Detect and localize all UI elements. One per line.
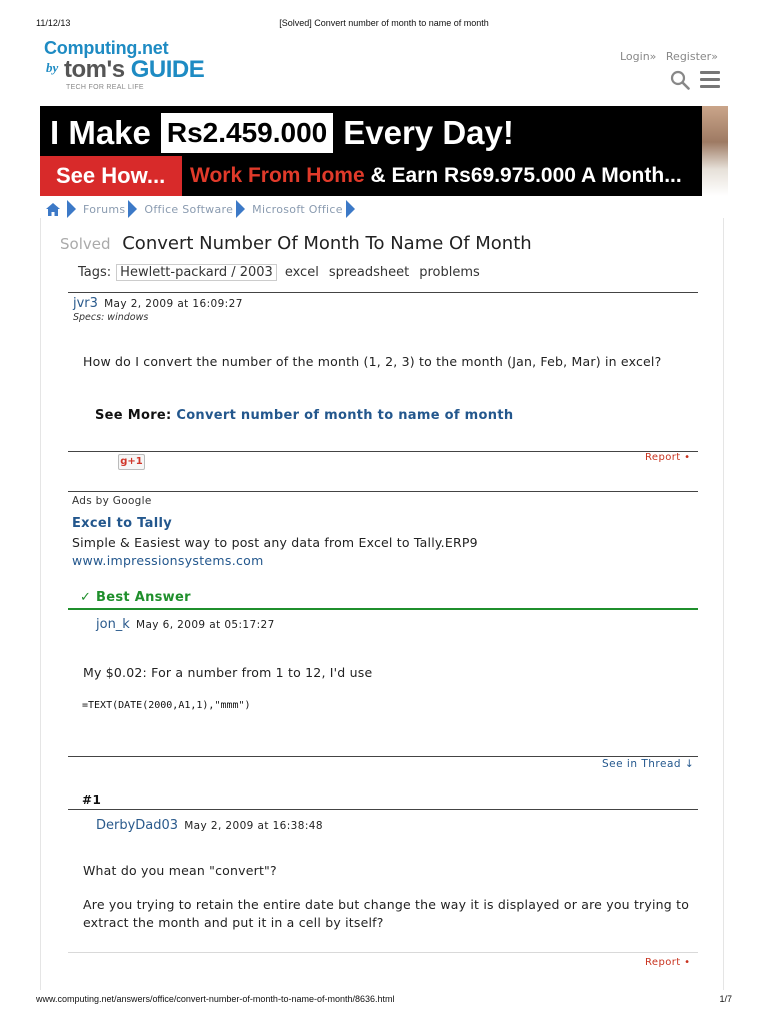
reply-paragraph: Are you trying to retain the entire date… [83,897,690,930]
reply-author: DerbyDad03 May 2, 2009 at 16:38:48 [96,818,323,833]
best-answer-divider [68,608,698,610]
ad-url-link[interactable]: www.impressionsystems.com [72,553,264,568]
banner-i-make: I Make [50,114,151,151]
breadcrumb-separator [67,200,76,218]
banner-see-how-button[interactable]: See How... [40,156,182,196]
ad-description: Simple & Easiest way to post any data fr… [72,535,478,550]
print-footer: www.computing.net/answers/office/convert… [0,994,768,1008]
banner-headline: I Make Rs2.459.000 Every Day! [46,111,518,155]
solved-label: Solved [60,235,111,253]
search-icon[interactable] [670,70,690,90]
banner-subtext: Work From Home & Earn Rs69.975.000 A Mon… [190,164,682,187]
logo-tagline: TECH FOR REAL LIFE [66,84,144,91]
see-more: See More: Convert number of month to nam… [95,408,513,423]
question-username[interactable]: jvr3 [73,296,98,311]
breadcrumb-item-office-software[interactable]: Office Software [144,203,233,216]
google-plus-button[interactable]: g+1 [118,454,145,470]
breadcrumb-separator [236,200,246,218]
register-link[interactable]: Register» [666,50,718,63]
best-answer-code: =TEXT(DATE(2000,A1,1),"mmm") [82,700,251,711]
breadcrumb-item-forums[interactable]: Forums [83,203,125,216]
ads-label: Ads by Google [72,495,152,507]
print-url: www.computing.net/answers/office/convert… [36,994,395,1004]
best-answer-label: ✓ Best Answer [80,590,191,605]
banner-amount: Rs2.459.000 [160,113,334,153]
account-links: Login» Register» [620,50,724,63]
thread-title: Convert Number Of Month To Name Of Month [122,233,532,254]
question-date: May 2, 2009 at 16:09:27 [104,298,243,310]
print-page-number: 1/7 [719,994,732,1004]
banner-every-day: Every Day! [343,114,514,151]
tag-item[interactable]: problems [417,265,482,280]
logo-by: by [46,60,59,75]
reply-username[interactable]: DerbyDad03 [96,818,178,833]
best-answer-body: My $0.02: For a number from 1 to 12, I'd… [83,665,373,680]
breadcrumb-separator [128,200,138,218]
report-link[interactable]: Report • [645,957,690,968]
reply-date: May 2, 2009 at 16:38:48 [184,820,323,832]
tag-item[interactable]: excel [283,265,321,280]
print-header: 11/12/13 [Solved] Convert number of mont… [0,18,768,32]
see-more-link[interactable]: Convert number of month to name of month [176,408,513,423]
best-answer-date: May 6, 2009 at 05:17:27 [135,619,275,631]
tag-item[interactable]: Hewlett-packard / 2003 [116,264,277,281]
banner-photo [702,106,728,196]
divider [68,292,698,293]
logo-toms-guide: tom's GUIDE [64,56,205,83]
report-link[interactable]: Report • [645,452,690,463]
home-icon[interactable] [46,202,60,216]
divider [68,809,698,810]
breadcrumb-separator [345,200,355,218]
breadcrumb-item-microsoft-office[interactable]: Microsoft Office [252,203,343,216]
divider [68,491,698,492]
print-title: [Solved] Convert number of month to name… [279,18,489,28]
question-author: jvr3 May 2, 2009 at 16:09:27 [73,296,243,311]
reply-paragraph: What do you mean "convert"? [83,863,277,878]
page-title: Solved Convert Number Of Month To Name O… [60,233,532,254]
divider [68,756,698,757]
divider [68,952,698,953]
see-more-label: See More: [95,408,172,423]
see-in-thread-link[interactable]: See in Thread ↓ [602,758,694,770]
reply-number: #1 [82,793,102,807]
site-logo[interactable]: Computing.net by tom's GUIDE TECH FOR RE… [42,38,242,96]
banner-subline: See How... Work From Home & Earn Rs69.97… [40,156,728,196]
banner-ad[interactable]: I Make Rs2.459.000 Every Day! See How...… [40,106,728,196]
ad-title-link[interactable]: Excel to Tally [72,516,172,531]
divider [68,451,698,452]
best-answer-username[interactable]: jon_k [96,617,130,632]
question-specs: Specs: windows [73,312,149,323]
login-link[interactable]: Login» [620,50,656,63]
question-body: How do I convert the number of the month… [83,354,662,369]
menu-icon[interactable] [700,71,720,88]
breadcrumb: Forums Office Software Microsoft Office [46,200,362,218]
tags-row: Tags: Hewlett-packard / 2003 excel sprea… [78,264,488,281]
tag-item[interactable]: spreadsheet [327,265,411,280]
tags-label: Tags: [78,265,112,280]
best-answer-author: jon_k May 6, 2009 at 05:17:27 [96,617,275,632]
